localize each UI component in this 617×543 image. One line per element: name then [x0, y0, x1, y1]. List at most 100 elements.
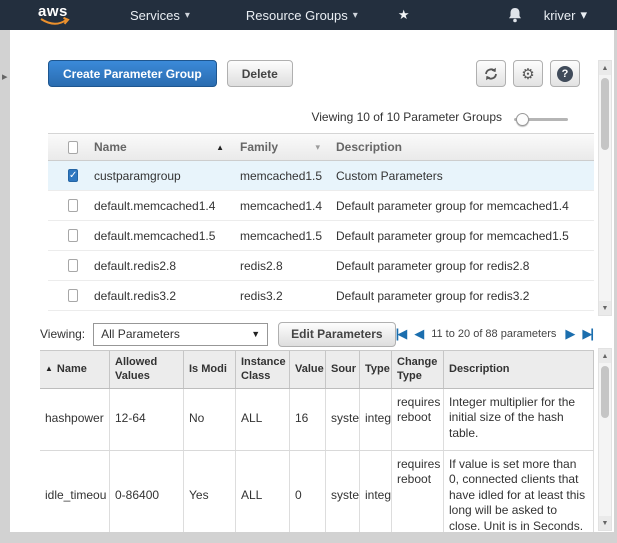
table-row[interactable]: idle_timeou 0-86400 Yes ALL 0 syste inte… — [40, 451, 594, 532]
column-name-label: Name — [57, 362, 87, 376]
parameters-table: ▲ Name Allowed Values Is Modi Instance C… — [40, 350, 594, 532]
table-row[interactable]: default.redis2.8 redis2.8 Default parame… — [48, 251, 594, 281]
previous-page-icon[interactable]: ◀ — [414, 326, 422, 342]
scroll-up-icon[interactable]: ▲ — [599, 61, 611, 75]
scroll-up-icon[interactable]: ▲ — [599, 349, 611, 363]
scrollbar-thumb[interactable] — [601, 78, 609, 150]
help-button[interactable]: ? — [550, 60, 580, 87]
check-icon: ✓ — [69, 170, 77, 181]
row-checkbox[interactable] — [68, 289, 78, 302]
group-family: memcached1.4 — [232, 199, 328, 213]
column-header-source[interactable]: Sour — [326, 351, 360, 388]
param-type: integ — [360, 389, 392, 450]
group-description: Default parameter group for memcached1.4 — [328, 199, 594, 213]
param-source: syste — [326, 451, 360, 532]
group-description: Default parameter group for redis3.2 — [328, 289, 594, 303]
parameters-scrollbar[interactable]: ▲ ▼ — [598, 348, 612, 531]
table-row[interactable]: default.redis3.2 redis3.2 Default parame… — [48, 281, 594, 311]
pagination: |◀ ◀ 11 to 20 of 88 parameters ▶ ▶| — [396, 326, 592, 342]
last-page-icon[interactable]: ▶| — [582, 326, 592, 342]
select-all-checkbox[interactable] — [68, 141, 78, 154]
slider-knob[interactable] — [516, 113, 529, 126]
group-name: default.redis3.2 — [86, 289, 232, 303]
sort-asc-icon: ▲ — [216, 143, 224, 152]
table-row[interactable]: hashpower 12-64 No ALL 16 syste integ re… — [40, 389, 594, 451]
first-page-icon[interactable]: |◀ — [396, 326, 406, 342]
row-checkbox[interactable] — [68, 259, 78, 272]
param-description: Integer multiplier for the initial size … — [444, 389, 594, 450]
column-header-name[interactable]: Name ▲ — [86, 140, 232, 154]
param-value: 0 — [290, 451, 326, 532]
column-header-instance-class[interactable]: Instance Class — [236, 351, 290, 388]
column-header-allowed-values[interactable]: Allowed Values — [110, 351, 184, 388]
select-caret-icon: ▼ — [251, 329, 260, 339]
scroll-down-icon[interactable]: ▼ — [599, 301, 611, 315]
column-header-description[interactable]: Description — [328, 140, 594, 154]
panel-expand-arrow-icon[interactable]: ▸ — [2, 70, 8, 83]
settings-button[interactable]: ⚙ — [513, 60, 543, 87]
toolbar-icon-buttons: ⚙ ? — [476, 60, 580, 87]
page-slider[interactable] — [514, 113, 568, 126]
group-name: default.redis2.8 — [86, 259, 232, 273]
select-all-cell — [48, 141, 86, 154]
column-header-change-type[interactable]: Change Type — [392, 351, 444, 388]
group-description: Custom Parameters — [328, 169, 594, 183]
param-instance-class: ALL — [236, 389, 290, 450]
top-navigation-bar: aws Services ▾ Resource Groups ▾ ★ krive… — [0, 0, 617, 30]
row-checkbox-cell — [48, 229, 86, 242]
column-header-description[interactable]: Description — [444, 351, 594, 388]
column-header-value[interactable]: Value — [290, 351, 326, 388]
param-allowed-values: 12-64 — [110, 389, 184, 450]
chevron-down-icon: ▾ — [315, 142, 320, 153]
param-instance-class: ALL — [236, 451, 290, 532]
param-name: hashpower — [40, 389, 110, 450]
group-name: default.memcached1.5 — [86, 229, 232, 243]
delete-button[interactable]: Delete — [227, 60, 293, 87]
scrollbar-track[interactable] — [599, 75, 611, 301]
gear-icon: ⚙ — [521, 65, 534, 83]
chevron-down-icon: ▾ — [185, 10, 190, 21]
edit-parameters-button[interactable]: Edit Parameters — [278, 322, 395, 347]
chevron-down-icon: ▾ — [353, 10, 358, 21]
toolbar: Create Parameter Group Delete — [48, 60, 293, 87]
row-checkbox[interactable] — [68, 229, 78, 242]
param-description: If value is set more than 0, connected c… — [444, 451, 594, 532]
column-header-type[interactable]: Type — [360, 351, 392, 388]
param-type: integ — [360, 451, 392, 532]
row-checkbox[interactable] — [68, 199, 78, 212]
column-header-name[interactable]: ▲ Name — [40, 351, 110, 388]
scroll-down-icon[interactable]: ▼ — [599, 516, 611, 530]
group-name: default.memcached1.4 — [86, 199, 232, 213]
column-header-is-modifiable[interactable]: Is Modi — [184, 351, 236, 388]
table-row[interactable]: default.memcached1.5 memcached1.5 Defaul… — [48, 221, 594, 251]
refresh-button[interactable] — [476, 60, 506, 87]
column-header-family[interactable]: Family ▾ — [232, 140, 328, 154]
row-checkbox-checked[interactable]: ✓ — [68, 169, 78, 182]
username-label: kriver — [544, 8, 576, 23]
scrollbar-track[interactable] — [599, 363, 611, 516]
group-description: Default parameter group for memcached1.5 — [328, 229, 594, 243]
scrollbar-thumb[interactable] — [601, 366, 609, 418]
pagination-range-text: 11 to 20 of 88 parameters — [431, 328, 556, 340]
group-family: memcached1.5 — [232, 229, 328, 243]
nav-services-menu[interactable]: Services ▾ — [130, 8, 190, 23]
table-row[interactable]: ✓ custparamgroup memcached1.5 Custom Par… — [48, 161, 594, 191]
table-row[interactable]: default.memcached1.4 memcached1.4 Defaul… — [48, 191, 594, 221]
groups-table-header: Name ▲ Family ▾ Description — [48, 133, 594, 161]
parameters-table-header: ▲ Name Allowed Values Is Modi Instance C… — [40, 351, 594, 389]
column-name-label: Name — [94, 140, 127, 154]
nav-resource-groups-menu[interactable]: Resource Groups ▾ — [246, 8, 358, 23]
account-menu[interactable]: kriver ▾ — [544, 7, 587, 23]
param-change-type: requires reboot — [392, 389, 444, 450]
next-page-icon[interactable]: ▶ — [565, 326, 573, 342]
notifications-bell-icon[interactable] — [508, 7, 522, 23]
param-source: syste — [326, 389, 360, 450]
nav-services-label: Services — [130, 8, 180, 23]
refresh-icon — [483, 67, 499, 81]
row-checkbox-cell — [48, 199, 86, 212]
create-parameter-group-button[interactable]: Create Parameter Group — [48, 60, 217, 87]
aws-logo[interactable]: aws — [38, 3, 74, 27]
parameters-filter-select[interactable]: All Parameters ▼ — [93, 323, 268, 346]
groups-scrollbar[interactable]: ▲ ▼ — [598, 60, 612, 316]
pin-star-icon[interactable]: ★ — [398, 7, 410, 23]
